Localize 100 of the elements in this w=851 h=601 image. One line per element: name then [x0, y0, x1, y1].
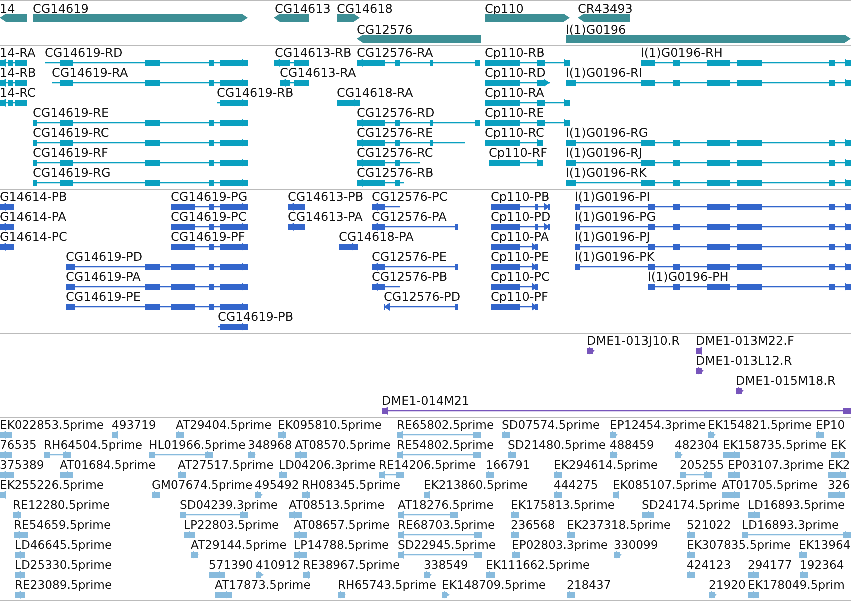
protein-label: CG14618-PA — [339, 230, 414, 244]
est-label: 326 — [828, 478, 850, 492]
est-label: SD04239.3prime — [180, 498, 278, 512]
est-label: 21920 — [709, 578, 746, 592]
protein-label: CG14619-PA — [66, 270, 141, 284]
est-label: GM07674.5prime — [152, 478, 253, 492]
gene-label: CG12576 — [357, 23, 413, 37]
est-label: 444275 — [554, 478, 598, 492]
est-label: EK175813.5prime — [511, 498, 616, 512]
est-label: EK255226.5prime — [0, 478, 104, 492]
est-label: LD16893.3prime — [742, 518, 840, 532]
gene-label: Cp110 — [485, 2, 524, 16]
est-label: EP12454.3prime — [610, 418, 706, 432]
est-label: 493719 — [112, 418, 156, 432]
protein-label: CG14619-PB — [218, 310, 294, 324]
protein-label: Cp110-PA — [491, 230, 549, 244]
est-label: LP14788.5prime — [294, 538, 390, 552]
transcript-label: CG14619-RC — [33, 126, 110, 140]
protein-label: CG14619-PC — [171, 210, 247, 224]
est-label: EK237318.5prime — [567, 518, 672, 532]
transcript-label: Cp110-RE — [485, 106, 544, 120]
est-label: EP10 — [816, 418, 846, 432]
est-label: RE54659.5prime — [14, 518, 112, 532]
protein-label: l(1)G0196-PJ — [575, 230, 650, 244]
protein-label: CG14619-PF — [171, 230, 246, 244]
protein-label: G14614-PC — [0, 230, 68, 244]
est-label: LD46645.5prime — [15, 538, 112, 552]
transcript-label: CG14613-RB — [275, 46, 352, 60]
gene-label: l(1)G0196 — [566, 23, 626, 37]
protein-label: CG12576-PB — [372, 270, 448, 284]
clone-end-label: DME1-013M22.F — [696, 334, 794, 348]
protein-label: l(1)G0196-PG — [575, 210, 656, 224]
gene-label: CG14619 — [33, 2, 89, 16]
transcript-label: Cp110-RA — [485, 86, 544, 100]
est-label: RE68703.5prime — [398, 518, 496, 532]
transcript-label: 14-RB — [0, 66, 36, 80]
est-label: EK213860.5prime — [424, 478, 528, 492]
est-label: 482304 — [675, 438, 720, 452]
est-label: RE65802.5prime — [397, 418, 494, 432]
protein-label: Cp110-PF — [491, 290, 548, 304]
protein-label: Cp110-PB — [491, 190, 550, 204]
protein-label: CG12576-PD — [384, 290, 461, 304]
est-label: RE14206.5prime — [379, 458, 476, 472]
transcript-label: CG14619-RG — [33, 166, 111, 180]
est-label: EK154821.5prime — [708, 418, 812, 432]
transcript-label: 14-RA — [0, 46, 36, 60]
est-label: AT08657.5prime — [294, 518, 390, 532]
transcript-label: CG14613-RA — [280, 66, 356, 80]
protein-label: G14614-PA — [0, 210, 66, 224]
protein-label: CG14619-PD — [66, 250, 143, 264]
est-label: AT01705.5prime — [722, 478, 818, 492]
transcript-label: Cp110-RB — [485, 46, 545, 60]
est-label: AT29404.5prime — [176, 418, 272, 432]
est-label: EK294614.5prime — [554, 458, 658, 472]
est-label: RE54802.5prime — [397, 438, 494, 452]
est-label: 338549 — [424, 558, 468, 572]
est-label: 236568 — [511, 518, 556, 532]
transcript-label: CG14618-RA — [337, 86, 414, 100]
transcript-label: Cp110-RF — [489, 146, 548, 160]
est-label: 166791 — [486, 458, 530, 472]
protein-label: Cp110-PE — [491, 250, 550, 264]
est-label: EK13964 — [799, 538, 851, 552]
est-label: EK178049.5prim — [748, 578, 845, 592]
est-label: EK2 — [828, 458, 850, 472]
est-label: 424123 — [687, 558, 732, 572]
est-label: RE12280.5prime — [13, 498, 110, 512]
transcript-label: CG14619-RD — [45, 46, 123, 60]
protein-label: CG14613-PB — [288, 190, 364, 204]
est-label: EK — [831, 438, 846, 452]
clone-end-label: DME1-015M18.R — [736, 374, 836, 388]
est-label: 495492 — [255, 478, 300, 492]
transcript-label: 14-RC — [0, 86, 36, 100]
protein-label: G14614-PB — [0, 190, 68, 204]
est-label: RH64504.5prime — [44, 438, 142, 452]
est-label: EK111662.5prime — [486, 558, 590, 572]
est-label: EK095810.5prime — [278, 418, 382, 432]
clone-end-label: DME1-014M21 — [382, 394, 470, 408]
est-label: LP22803.5prime — [184, 518, 280, 532]
est-label: 375389 — [0, 458, 44, 472]
transcript-label: CG14619-RE — [33, 106, 110, 120]
transcript-label: l(1)G0196-RH — [641, 46, 723, 60]
est-label: 205255 — [680, 458, 724, 472]
transcript-label: Cp110-RD — [485, 66, 546, 80]
est-label: 348968 — [248, 438, 292, 452]
protein-label: Cp110-PD — [491, 210, 551, 224]
est-label: LD04206.3prime — [279, 458, 376, 472]
protein-label: CG14613-PA — [288, 210, 363, 224]
protein-label: CG12576-PC — [372, 190, 448, 204]
est-label: EK158735.5prime — [723, 438, 828, 452]
est-label: SD22945.5prime — [398, 538, 496, 552]
est-label: RE23089.5prime — [15, 578, 112, 592]
transcript-label: CG12576-RC — [357, 146, 434, 160]
transcript-label: CG14619-RA — [52, 66, 128, 80]
est-label: RE38967.5prime — [303, 558, 400, 572]
est-label: EP03107.3prime — [728, 458, 824, 472]
protein-label: CG12576-PE — [372, 250, 447, 264]
protein-label: l(1)G0196-PI — [575, 190, 650, 204]
est-label: LD16893.5prime — [748, 498, 846, 512]
est-label: 76535 — [0, 438, 37, 452]
est-label: LD25330.5prime — [15, 558, 112, 572]
